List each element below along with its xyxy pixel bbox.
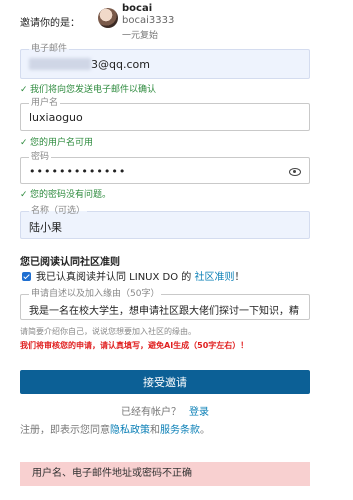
password-hint: ✓ 您的密码没有问题。 — [20, 190, 112, 200]
inviter-label: 邀请你的是： — [20, 18, 80, 29]
guidelines-agree-row: 我已认真阅读并认同 LINUX DO 的 社区准则！ — [22, 268, 244, 283]
check-icon: ✓ — [20, 138, 28, 148]
display-name-label: 名称（可选） — [29, 205, 88, 217]
terms-of-service-link[interactable]: 服务条款 — [160, 425, 200, 436]
login-link[interactable]: 登录 — [189, 407, 209, 418]
email-value: 3@qq.com — [29, 58, 150, 71]
check-icon: ✓ — [20, 85, 28, 95]
email-hint: ✓ 我们将向您发送电子邮件以确认 — [20, 85, 157, 95]
terms-text: 注册，即表示您同意隐私政策和服务条款。 — [20, 425, 210, 436]
reason-value: 我是一名在校大学生，想申请社区跟大佬们探讨一下知识，精 — [29, 306, 299, 317]
email-label: 电子邮件 — [29, 43, 70, 55]
password-label: 密码 — [29, 151, 52, 163]
check-icon: ✓ — [20, 190, 28, 200]
password-value: ••••••••••••• — [29, 165, 127, 178]
display-name-field[interactable]: 名称（可选） 陆小果 — [20, 205, 310, 239]
display-name-value: 陆小果 — [29, 221, 62, 234]
inviter-handle: bocai3333 — [122, 15, 175, 26]
username-field[interactable]: 用户名 luxiaoguo — [20, 97, 310, 131]
reason-help-text: 请简要介绍你自己，说说您想要加入社区的缘由。 — [20, 327, 196, 336]
show-password-eye-icon[interactable] — [289, 168, 301, 176]
username-label: 用户名 — [29, 97, 61, 109]
guidelines-link[interactable]: 社区准则 — [194, 272, 234, 283]
reason-field[interactable]: 申请自述以及加入缘由（50字） 我是一名在校大学生，想申请社区跟大佬们探讨一下知… — [20, 288, 310, 320]
inviter-name[interactable]: bocai — [122, 3, 152, 14]
guidelines-checkbox[interactable] — [22, 272, 31, 281]
accept-invitation-button[interactable]: 接受邀请 — [20, 370, 310, 394]
agree-text: 我已认真阅读并认同 LINUX DO 的 — [36, 272, 195, 283]
reason-label: 申请自述以及加入缘由（50字） — [29, 288, 162, 300]
email-field[interactable]: 电子邮件 3@qq.com — [20, 43, 310, 79]
inviter-section: 邀请你的是： bocai bocai3333 一元复始 — [20, 0, 340, 44]
username-hint: ✓ 您的用户名可用 — [20, 138, 94, 148]
reason-warning: 我们将审核您的申请，请认真填写，避免AI生成（50字左右）！ — [20, 341, 249, 350]
login-prompt: 已经有帐户？ 登录 — [121, 407, 209, 418]
password-field[interactable]: 密码 ••••••••••••• — [20, 151, 310, 184]
redacted-block — [29, 58, 91, 70]
privacy-policy-link[interactable]: 隐私政策 — [110, 425, 150, 436]
guidelines-title: 您已阅读认同社区准则 — [20, 257, 120, 268]
inviter-trust-level: 一元复始 — [122, 31, 159, 41]
inviter-avatar[interactable] — [98, 8, 118, 28]
error-alert: 用户名、电子邮件地址或密码不正确 — [20, 462, 310, 486]
username-value: luxiaoguo — [29, 111, 83, 124]
